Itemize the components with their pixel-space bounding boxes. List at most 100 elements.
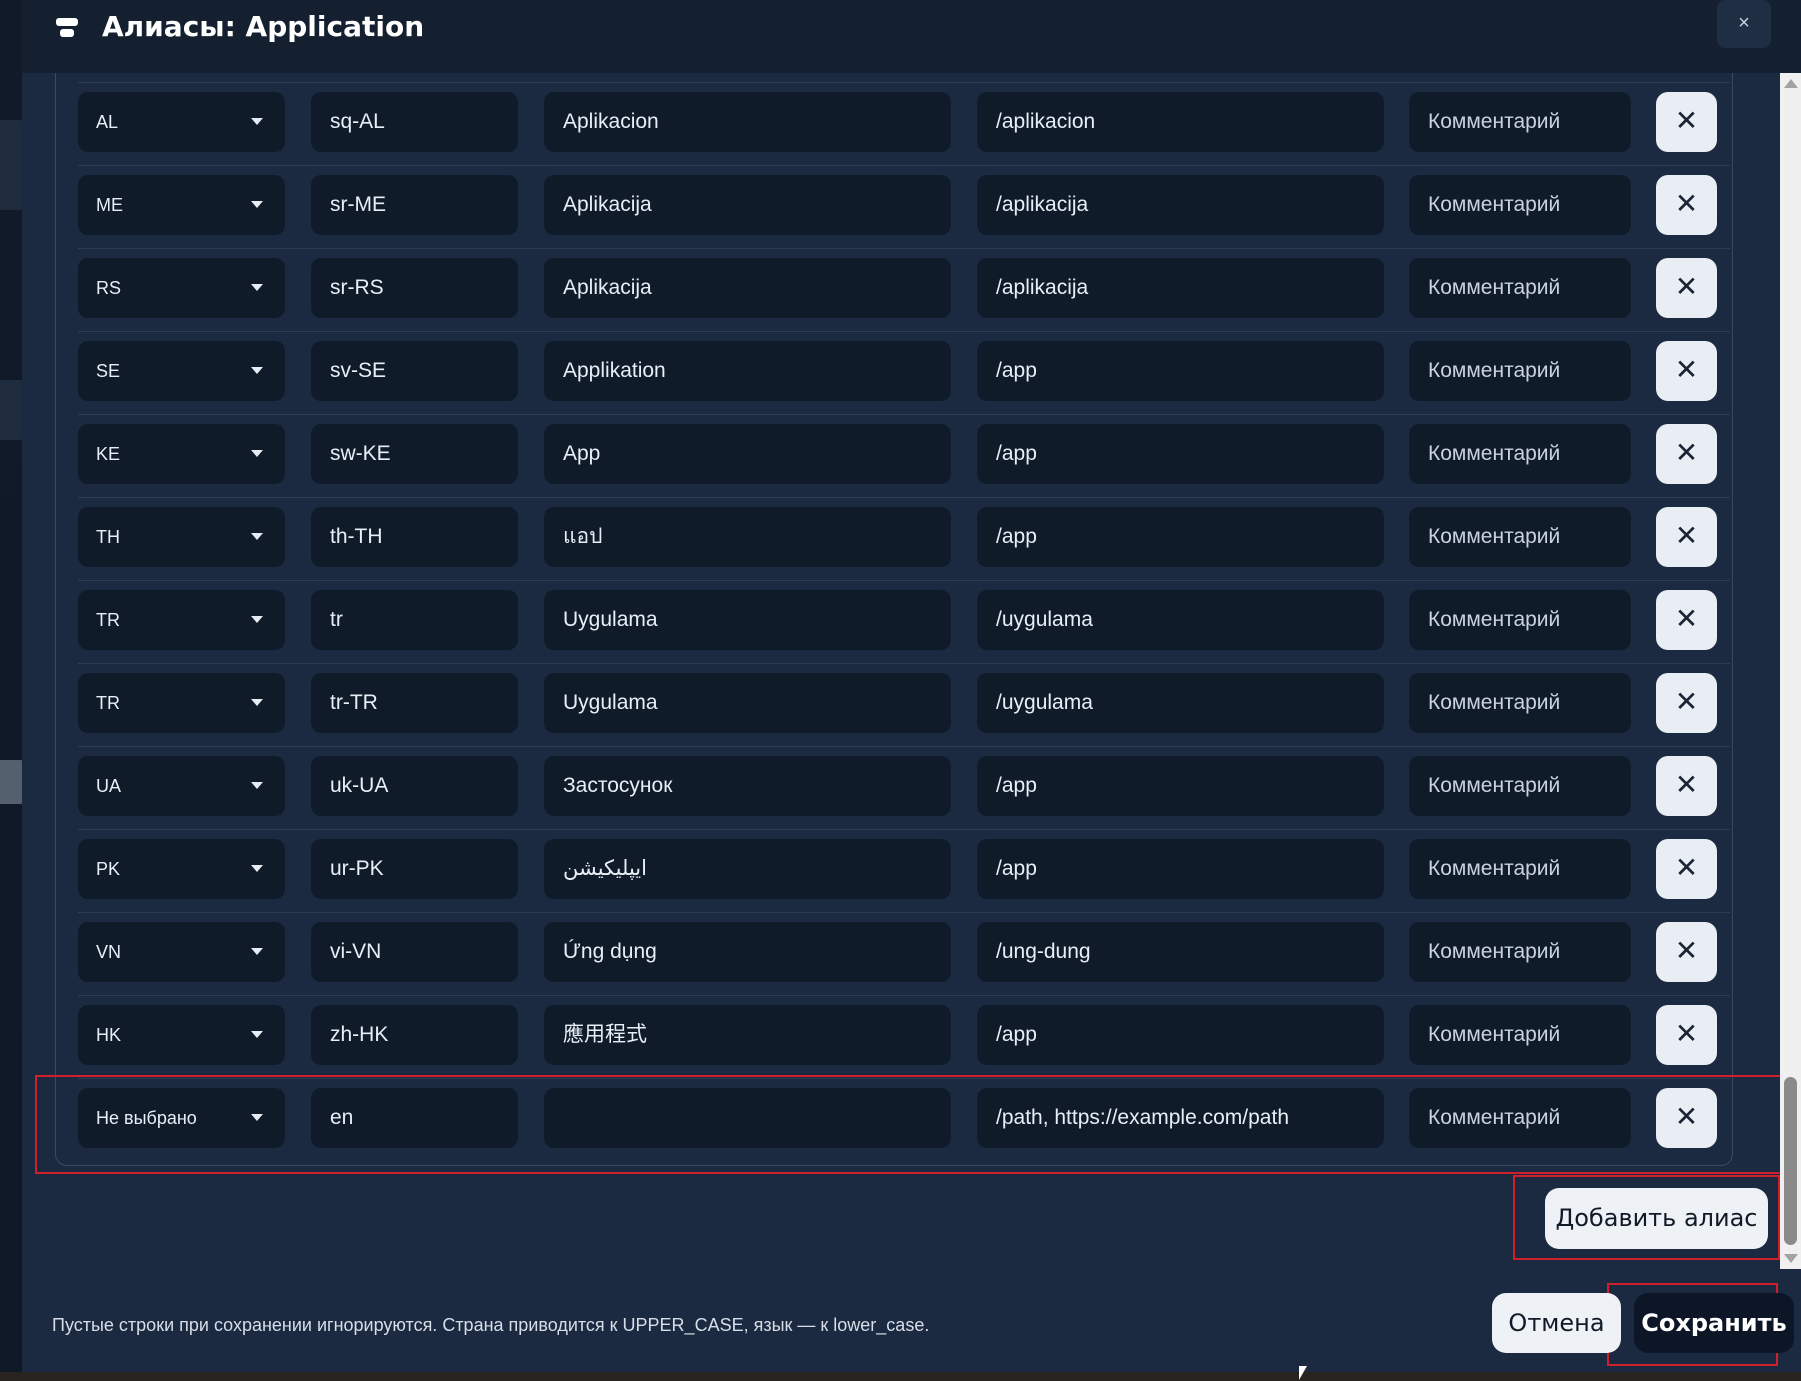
delete-row-button[interactable]: ✕: [1656, 756, 1717, 816]
comment-input[interactable]: Комментарий: [1409, 175, 1631, 235]
alias-path-input[interactable]: /app: [977, 341, 1384, 401]
alias-path-input[interactable]: /aplikacija: [977, 175, 1384, 235]
comment-input[interactable]: Комментарий: [1409, 756, 1631, 816]
alias-name-input[interactable]: Applikation: [544, 341, 951, 401]
language-input[interactable]: sw-KE: [311, 424, 518, 484]
alias-path-input[interactable]: /aplikacion: [977, 92, 1384, 152]
delete-row-button[interactable]: ✕: [1656, 341, 1717, 401]
country-select[interactable]: RS: [78, 258, 285, 318]
language-input[interactable]: th-TH: [311, 507, 518, 567]
alias-name-input[interactable]: 應用程式: [544, 1005, 951, 1065]
language-input[interactable]: en: [311, 1088, 518, 1148]
delete-row-button[interactable]: ✕: [1656, 258, 1717, 318]
language-input[interactable]: tr-TR: [311, 673, 518, 733]
alias-name-input[interactable]: Застосунок: [544, 756, 951, 816]
country-value: SE: [96, 361, 121, 381]
mouse-cursor-icon: [1299, 1366, 1307, 1380]
aliases-scroll-area[interactable]: AL sq-AL Aplikacion /aplikacion Коммента…: [55, 73, 1765, 1173]
comment-input[interactable]: Комментарий: [1409, 424, 1631, 484]
alias-path-input[interactable]: /aplikacija: [977, 258, 1384, 318]
delete-row-button[interactable]: ✕: [1656, 673, 1717, 733]
alias-path-input[interactable]: /app: [977, 507, 1384, 567]
alias-name-input[interactable]: [544, 1088, 951, 1148]
language-input[interactable]: sq-AL: [311, 92, 518, 152]
language-input[interactable]: uk-UA: [311, 756, 518, 816]
chevron-down-icon: [251, 1031, 263, 1038]
comment-input[interactable]: Комментарий: [1409, 673, 1631, 733]
comment-input[interactable]: Комментарий: [1409, 1005, 1631, 1065]
language-input[interactable]: tr: [311, 590, 518, 650]
comment-input[interactable]: Комментарий: [1409, 590, 1631, 650]
country-select[interactable]: PK: [78, 839, 285, 899]
table-row: HK zh-HK 應用程式 /app Комментарий ✕: [78, 996, 1730, 1079]
stack-icon: [56, 18, 80, 38]
comment-input[interactable]: Комментарий: [1409, 1088, 1631, 1148]
language-input[interactable]: sr-ME: [311, 175, 518, 235]
alias-path-input[interactable]: /uygulama: [977, 673, 1384, 733]
country-select[interactable]: ME: [78, 175, 285, 235]
country-value: HK: [96, 1025, 122, 1045]
alias-path-input[interactable]: /ung-dung: [977, 922, 1384, 982]
country-value: PK: [96, 859, 121, 879]
comment-input[interactable]: Комментарий: [1409, 839, 1631, 899]
delete-row-button[interactable]: ✕: [1656, 1005, 1717, 1065]
alias-name-input[interactable]: Aplikacion: [544, 92, 951, 152]
chevron-down-icon: [251, 782, 263, 789]
delete-row-button[interactable]: ✕: [1656, 507, 1717, 567]
country-select[interactable]: TR: [78, 673, 285, 733]
language-input[interactable]: ur-PK: [311, 839, 518, 899]
alias-path-input[interactable]: /app: [977, 424, 1384, 484]
language-input[interactable]: sv-SE: [311, 341, 518, 401]
country-select[interactable]: TH: [78, 507, 285, 567]
country-select[interactable]: SE: [78, 341, 285, 401]
delete-row-button[interactable]: ✕: [1656, 175, 1717, 235]
chevron-down-icon: [251, 201, 263, 208]
delete-row-button[interactable]: ✕: [1656, 590, 1717, 650]
country-select[interactable]: VN: [78, 922, 285, 982]
new-alias-row: Не выбрано en /path, https://example.com…: [78, 1079, 1730, 1161]
add-alias-button[interactable]: Добавить алиас: [1545, 1188, 1768, 1249]
alias-name-input[interactable]: Ứng dụng: [544, 922, 951, 982]
language-input[interactable]: vi-VN: [311, 922, 518, 982]
country-select[interactable]: HK: [78, 1005, 285, 1065]
country-select[interactable]: UA: [78, 756, 285, 816]
delete-row-button[interactable]: ✕: [1656, 922, 1717, 982]
comment-input[interactable]: Комментарий: [1409, 507, 1631, 567]
alias-path-input[interactable]: /app: [977, 756, 1384, 816]
country-select[interactable]: KE: [78, 424, 285, 484]
alias-path-input[interactable]: /uygulama: [977, 590, 1384, 650]
save-button[interactable]: Сохранить: [1634, 1293, 1794, 1353]
country-value: ME: [96, 195, 123, 215]
alias-path-input[interactable]: /path, https://example.com/path: [977, 1088, 1384, 1148]
comment-input[interactable]: Комментарий: [1409, 922, 1631, 982]
alias-name-input[interactable]: Aplikacija: [544, 258, 951, 318]
alias-name-input[interactable]: App: [544, 424, 951, 484]
delete-row-button[interactable]: ✕: [1656, 839, 1717, 899]
alias-path-input[interactable]: /app: [977, 839, 1384, 899]
scrollbar-thumb[interactable]: [1784, 1077, 1797, 1245]
delete-row-button[interactable]: ✕: [1656, 424, 1717, 484]
comment-input[interactable]: Комментарий: [1409, 92, 1631, 152]
vertical-scrollbar[interactable]: [1780, 73, 1801, 1269]
alias-name-input[interactable]: แอป: [544, 507, 951, 567]
country-select[interactable]: AL: [78, 92, 285, 152]
country-select[interactable]: TR: [78, 590, 285, 650]
alias-path-input[interactable]: /app: [977, 1005, 1384, 1065]
cancel-button[interactable]: Отмена: [1492, 1293, 1621, 1353]
scroll-up-arrow-icon[interactable]: [1784, 79, 1798, 88]
close-icon[interactable]: ×: [1717, 0, 1771, 48]
alias-name-input[interactable]: Aplikacija: [544, 175, 951, 235]
alias-name-input[interactable]: Uygulama: [544, 673, 951, 733]
country-select[interactable]: Не выбрано: [78, 1088, 285, 1148]
language-input[interactable]: sr-RS: [311, 258, 518, 318]
comment-input[interactable]: Комментарий: [1409, 258, 1631, 318]
language-input[interactable]: zh-HK: [311, 1005, 518, 1065]
delete-row-button[interactable]: ✕: [1656, 1088, 1717, 1148]
comment-input[interactable]: Комментарий: [1409, 341, 1631, 401]
scroll-down-arrow-icon[interactable]: [1784, 1254, 1798, 1263]
alias-name-input[interactable]: ایپلیکیشن: [544, 839, 951, 899]
alias-name-input[interactable]: Uygulama: [544, 590, 951, 650]
chevron-down-icon: [251, 118, 263, 125]
delete-row-button[interactable]: ✕: [1656, 92, 1717, 152]
country-value: AL: [96, 112, 119, 132]
